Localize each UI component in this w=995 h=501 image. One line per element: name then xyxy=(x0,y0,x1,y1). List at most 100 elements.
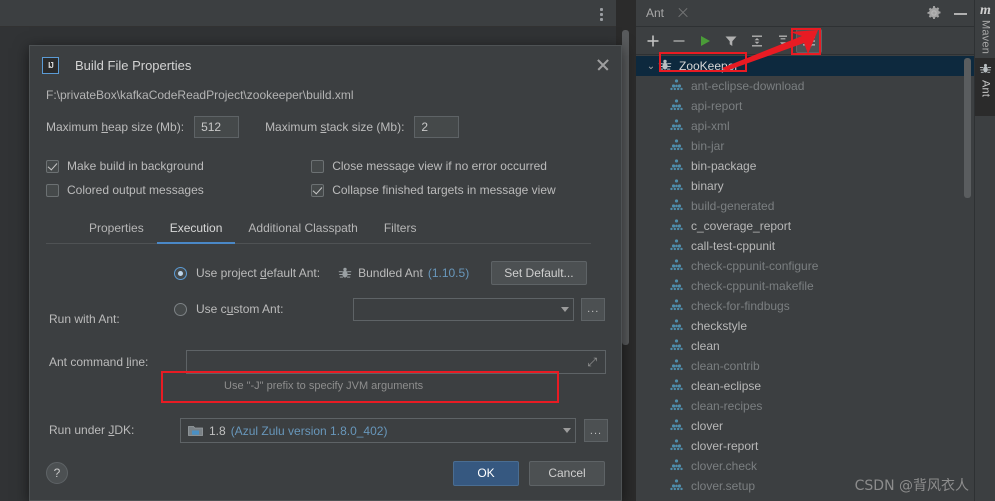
ant-target-row[interactable]: clean xyxy=(636,336,974,356)
ok-button[interactable]: OK xyxy=(453,460,519,486)
run-under-jdk-combobox[interactable]: 1.8 (Azul Zulu version 1.8.0_402) xyxy=(180,418,576,443)
chevron-down-icon xyxy=(563,428,571,433)
ant-target-label: api-xml xyxy=(691,119,730,133)
ant-target-row[interactable]: checkstyle xyxy=(636,316,974,336)
ant-target-row[interactable]: binary xyxy=(636,176,974,196)
run-under-jdk-label: Run under JDK: xyxy=(49,423,135,437)
ant-target-row[interactable]: bin-jar xyxy=(636,136,974,156)
radio-use-custom-ant[interactable]: Use custom Ant: ... xyxy=(174,296,605,322)
ant-target-label: check-cppunit-makefile xyxy=(691,279,814,293)
max-heap-input[interactable] xyxy=(194,116,240,138)
ant-target-label: clean-contrib xyxy=(691,359,760,373)
set-default-button[interactable]: Set Default... xyxy=(491,261,587,285)
ant-target-icon xyxy=(670,458,686,474)
ant-target-icon xyxy=(670,358,686,374)
jdk-browse-button[interactable]: ... xyxy=(584,419,608,442)
chevron-down-icon[interactable]: ⌄ xyxy=(644,61,658,72)
ant-target-icon xyxy=(670,418,686,434)
tab-additional-classpath[interactable]: Additional Classpath xyxy=(235,216,370,244)
checkbox-box[interactable] xyxy=(46,183,59,197)
remove-build-file-button[interactable] xyxy=(666,29,692,53)
tree-root-zookeeper[interactable]: ⌄ ZooKeeper xyxy=(636,56,974,76)
add-build-file-button[interactable] xyxy=(640,29,666,53)
ant-target-icon xyxy=(670,178,686,194)
bundled-ant-name: Bundled Ant xyxy=(358,266,423,280)
gear-icon[interactable] xyxy=(926,5,942,21)
ant-tab-title[interactable]: Ant xyxy=(646,6,664,20)
ant-target-row[interactable]: build-generated xyxy=(636,196,974,216)
ant-target-row[interactable]: check-for-findbugs xyxy=(636,296,974,316)
checkbox-box[interactable] xyxy=(46,159,59,173)
expand-icon[interactable]: ⤢ xyxy=(587,355,601,370)
ant-target-row[interactable]: ant-eclipse-download xyxy=(636,76,974,96)
close-icon[interactable] xyxy=(595,57,611,73)
expand-all-button[interactable] xyxy=(744,29,770,53)
checkbox-close-message-view[interactable]: Close message view if no error occurred xyxy=(311,159,605,173)
radio-label: Use project default Ant: xyxy=(196,266,321,280)
ant-command-line-input[interactable]: ⤢ xyxy=(186,350,606,374)
cancel-button[interactable]: Cancel xyxy=(529,460,605,486)
help-icon[interactable]: ? xyxy=(46,462,68,484)
tab-filters[interactable]: Filters xyxy=(371,216,430,244)
ant-target-icon xyxy=(670,138,686,154)
checkbox-box[interactable] xyxy=(311,159,325,173)
ant-tree-scrollbar[interactable] xyxy=(964,58,971,198)
ant-target-row[interactable]: clean-contrib xyxy=(636,356,974,376)
ant-targets-tree[interactable]: ⌄ ZooKeeper ant-eclipse-download api-rep… xyxy=(636,56,974,501)
collapse-all-button[interactable] xyxy=(770,29,796,53)
ant-target-icon xyxy=(670,398,686,414)
ant-target-row[interactable]: clover.setup xyxy=(636,476,974,496)
ant-target-row[interactable]: bin-package xyxy=(636,156,974,176)
checkbox-colored-output-messages[interactable]: Colored output messages xyxy=(46,183,271,197)
ant-target-row[interactable]: clean-recipes xyxy=(636,396,974,416)
build-file-properties-button[interactable] xyxy=(796,28,822,53)
tab-execution[interactable]: Execution xyxy=(156,216,236,244)
intellij-logo-icon: IJ xyxy=(42,56,59,74)
side-tab-label: Ant xyxy=(979,80,992,98)
custom-ant-browse-button[interactable]: ... xyxy=(581,297,605,321)
editor-toolbar xyxy=(0,0,616,27)
close-icon[interactable] xyxy=(676,6,690,20)
ant-target-label: clover.setup xyxy=(691,479,756,493)
filter-targets-button[interactable] xyxy=(718,29,744,53)
checkbox-collapse-finished-targets[interactable]: Collapse finished targets in message vie… xyxy=(311,183,605,197)
ant-target-row[interactable]: clover.check xyxy=(636,456,974,476)
custom-ant-combobox[interactable] xyxy=(353,297,575,321)
ant-target-row[interactable]: api-report xyxy=(636,96,974,116)
ant-target-row[interactable]: call-test-cppunit xyxy=(636,236,974,256)
ant-toolbar xyxy=(636,27,974,55)
ant-target-row[interactable]: c_coverage_report xyxy=(636,216,974,236)
ant-bug-icon xyxy=(979,62,992,78)
max-heap-label: Maximum heap size (Mb): xyxy=(46,120,185,134)
editor-scrollbar-thumb[interactable] xyxy=(622,30,629,345)
ant-target-label: clean-recipes xyxy=(691,399,763,413)
minimize-icon[interactable] xyxy=(954,6,968,20)
tree-root-label: ZooKeeper xyxy=(679,59,739,73)
jdk-name: 1.8 xyxy=(209,423,226,438)
checkbox-box[interactable] xyxy=(311,183,325,197)
ant-target-row[interactable]: clean-eclipse xyxy=(636,376,974,396)
checkbox-make-build-in-background[interactable]: Make build in background xyxy=(46,159,271,173)
ant-target-label: clover xyxy=(691,419,724,433)
side-tab-label: Maven xyxy=(979,20,992,55)
run-target-button[interactable] xyxy=(692,29,718,53)
radio-use-project-default-ant[interactable]: Use project default Ant: Bundled Ant (1.… xyxy=(174,260,605,286)
side-tab-maven[interactable]: m Maven xyxy=(975,0,995,58)
radio-button[interactable] xyxy=(174,266,187,280)
ant-target-row[interactable]: check-cppunit-configure xyxy=(636,256,974,276)
ant-target-icon xyxy=(670,278,686,294)
run-with-ant-label: Run with Ant: xyxy=(49,312,120,326)
ant-target-row[interactable]: api-xml xyxy=(636,116,974,136)
memory-settings-row: Maximum heap size (Mb): Maximum stack si… xyxy=(46,116,605,138)
radio-button[interactable] xyxy=(174,302,187,316)
build-options-checkboxes: Make build in background Close message v… xyxy=(46,154,605,202)
ant-target-row[interactable]: clover xyxy=(636,416,974,436)
ant-target-row[interactable]: clover-report xyxy=(636,436,974,456)
max-stack-input[interactable] xyxy=(414,116,460,138)
tab-properties[interactable]: Properties xyxy=(76,216,157,244)
side-tab-ant[interactable]: Ant xyxy=(975,58,995,116)
ant-target-row[interactable]: check-cppunit-makefile xyxy=(636,276,974,296)
ant-tool-window: Ant ⌄ ZooKeeper ant-eclipse-download api… xyxy=(636,0,974,501)
radio-label: Use custom Ant: xyxy=(196,302,284,316)
more-options-icon[interactable] xyxy=(594,5,608,23)
